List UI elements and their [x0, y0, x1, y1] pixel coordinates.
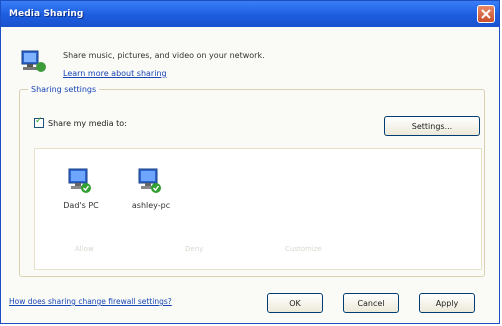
allow-label: Allow	[75, 245, 94, 253]
ok-button[interactable]: OK	[267, 293, 323, 313]
device-label: Dad's PC	[63, 201, 99, 210]
firewall-help-link[interactable]: How does sharing change firewall setting…	[9, 297, 172, 306]
device-item[interactable]: ashley-pc	[121, 167, 181, 210]
device-list[interactable]: Dad's PC ashley-pc Allow Deny Customize	[34, 148, 482, 270]
media-sharing-icon	[21, 50, 46, 72]
device-item[interactable]: Dad's PC	[51, 167, 111, 210]
window-title: Media Sharing	[9, 9, 84, 19]
computer-icon	[138, 168, 161, 193]
description-text: Share music, pictures, and video on your…	[63, 51, 265, 60]
dialog-content: Share music, pictures, and video on your…	[1, 27, 499, 323]
share-media-checkbox[interactable]	[34, 116, 44, 128]
title-bar[interactable]: Media Sharing	[1, 1, 499, 27]
sharing-settings-group: Sharing settings Share my media to: Sett…	[19, 85, 485, 277]
settings-button[interactable]: Settings...	[384, 116, 480, 136]
cancel-button[interactable]: Cancel	[343, 293, 399, 313]
share-media-label: Share my media to:	[48, 118, 127, 128]
media-sharing-window: Media Sharing Share music, pictures, and…	[0, 0, 500, 324]
share-media-row: Share my media to:	[34, 116, 127, 128]
computer-icon	[68, 168, 91, 193]
deny-label: Deny	[185, 245, 204, 253]
learn-more-link[interactable]: Learn more about sharing	[63, 69, 167, 78]
group-label: Sharing settings	[28, 85, 100, 94]
close-icon	[481, 9, 491, 19]
device-label: ashley-pc	[131, 201, 171, 210]
apply-button[interactable]: Apply	[419, 293, 475, 313]
close-button[interactable]	[477, 5, 495, 23]
customize-label: Customize	[285, 245, 322, 253]
